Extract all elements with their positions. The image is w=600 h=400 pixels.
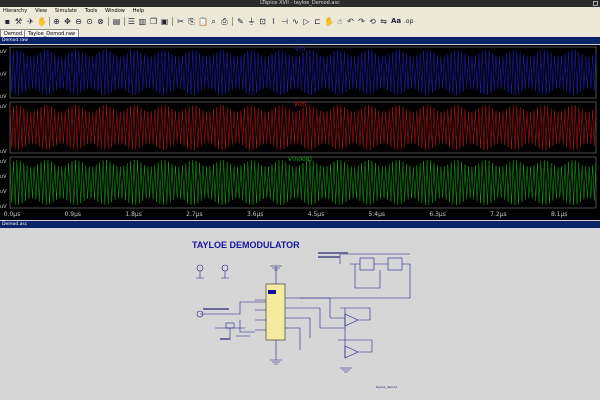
- ground-icon[interactable]: ⏚: [247, 17, 256, 26]
- halt-icon[interactable]: ✋: [37, 17, 47, 26]
- menu-window[interactable]: Window: [102, 7, 128, 15]
- print-icon[interactable]: ⎙: [220, 17, 229, 26]
- find-icon[interactable]: ⌕: [209, 17, 218, 26]
- toolbar-separator: [49, 17, 50, 26]
- menu-help[interactable]: Help: [130, 7, 147, 15]
- x-tick-label: 1.8µs: [125, 211, 142, 218]
- schematic-drawing: [196, 252, 411, 373]
- zoom-in-icon[interactable]: ⊕: [52, 17, 61, 26]
- spice-directive-icon[interactable]: .op: [404, 17, 413, 26]
- copy-icon[interactable]: ⎘: [187, 17, 196, 26]
- x-tick-label: 3.6µs: [247, 211, 264, 218]
- y-tick-label: uV: [0, 72, 7, 78]
- footer-note: tayloe_demod: [376, 385, 398, 389]
- x-tick-label: 0.0µs: [4, 211, 21, 218]
- plot-pane-title: Demod.raw: [0, 37, 600, 44]
- y-tick-label: uV: [0, 189, 7, 195]
- run-icon[interactable]: ✈: [26, 17, 35, 26]
- menu-simulate[interactable]: Simulate: [52, 7, 80, 15]
- x-tick-label: 7.2µs: [490, 211, 507, 218]
- x-tick-label: 8.1µs: [551, 211, 568, 218]
- schematic-editor[interactable]: TAYLOE DEMODULATOR tayloe_demod: [0, 228, 600, 400]
- close-window-icon[interactable]: [593, 1, 598, 6]
- y-tick-label: uV: [0, 104, 7, 110]
- tab-bar: Demod.raw Tayloe_Demod.raw: [0, 28, 600, 37]
- toolbar-separator: [108, 17, 109, 26]
- toolbar: ▪ ⚒ ✈ ✋ ⊕ ✥ ⊖ ⊙ ⊗ ▤ ☰ ▥ ❐ ▣ ✂ ⎘ 📋 ⌕ ⎙ ✎ …: [0, 15, 600, 29]
- move-icon[interactable]: ✋: [324, 17, 334, 26]
- waveform-svg: V(i)uVuVuVV(q)uVuVV(n008)uVuVuVuV0.0µs 0.…: [0, 46, 597, 218]
- waveform-trace-0: [9, 49, 597, 96]
- y-tick-label: uV: [0, 94, 7, 100]
- schematic-pane-title: Demod.asc: [0, 221, 600, 228]
- x-tick-label: 5.4µs: [369, 211, 386, 218]
- y-tick-label: uV: [0, 49, 7, 55]
- window-title: LTspice XVII - tayloe_Demod.asc: [260, 0, 340, 6]
- menu-tools[interactable]: Tools: [82, 7, 100, 15]
- label-net-icon[interactable]: ⊡: [258, 17, 267, 26]
- cascade-icon[interactable]: ❐: [149, 17, 158, 26]
- graph-icon[interactable]: ▤: [112, 17, 121, 26]
- waveform-trace-1: [9, 104, 597, 151]
- x-tick-label: 4.5µs: [308, 211, 325, 218]
- cancel-zoom-icon[interactable]: ⊗: [96, 17, 105, 26]
- tab-tayloe-demod-raw[interactable]: Tayloe_Demod.raw: [24, 29, 80, 37]
- y-tick-label: uV: [0, 159, 7, 165]
- close-all-icon[interactable]: ▣: [160, 17, 169, 26]
- tile-vertical-icon[interactable]: ▥: [138, 17, 147, 26]
- inductor-icon[interactable]: ∿: [291, 17, 300, 26]
- paste-icon[interactable]: 📋: [198, 17, 208, 26]
- y-tick-label: uV: [0, 149, 7, 155]
- control-panel-icon[interactable]: ⚒: [14, 17, 23, 26]
- component-icon[interactable]: ⊏: [313, 17, 322, 26]
- cut-icon[interactable]: ✂: [176, 17, 185, 26]
- waveform-label-2: V(n008): [288, 156, 312, 163]
- drag-icon[interactable]: ☝: [335, 17, 344, 26]
- tile-horizontal-icon[interactable]: ☰: [127, 17, 136, 26]
- redo-icon[interactable]: ↷: [357, 17, 366, 26]
- waveform-viewer[interactable]: V(i) uV uV uV V(q) uV uV V(n008) uV uV uV uV 0.0µs 0.…: [0, 45, 600, 220]
- chip-label-mark: [268, 290, 276, 294]
- wire-icon[interactable]: ✎: [236, 17, 245, 26]
- waveform-label-1: V(q): [294, 101, 307, 108]
- menu-bar: Hierarchy View Simulate Tools Window Hel…: [0, 7, 600, 15]
- toolbar-separator: [232, 17, 233, 26]
- y-tick-label: uV: [0, 174, 7, 180]
- waveform-trace-2: [9, 159, 597, 206]
- title-bar: LTspice XVII - tayloe_Demod.asc: [0, 0, 600, 7]
- resistor-icon[interactable]: ⌇: [269, 17, 278, 26]
- menu-hierarchy[interactable]: Hierarchy: [0, 7, 30, 15]
- pan-icon[interactable]: ✥: [63, 17, 72, 26]
- waveform-label-0: V(i): [295, 46, 305, 53]
- zoom-out-icon[interactable]: ⊖: [74, 17, 83, 26]
- x-tick-label: 0.9µs: [65, 211, 82, 218]
- y-tick-label: uV: [0, 204, 7, 210]
- mirror-icon[interactable]: ⇋: [379, 17, 388, 26]
- toolbar-separator: [172, 17, 173, 26]
- save-icon[interactable]: ▪: [3, 17, 12, 26]
- menu-view[interactable]: View: [32, 7, 50, 15]
- zoom-fit-icon[interactable]: ⊙: [85, 17, 94, 26]
- capacitor-icon[interactable]: ⊣: [280, 17, 289, 26]
- undo-icon[interactable]: ↶: [346, 17, 355, 26]
- rotate-icon[interactable]: ⟲: [368, 17, 377, 26]
- toolbar-separator: [124, 17, 125, 26]
- x-tick-label: 6.3µs: [429, 211, 446, 218]
- diode-icon[interactable]: ▷: [302, 17, 311, 26]
- x-tick-label: 2.7µs: [186, 211, 203, 218]
- text-icon[interactable]: Aa: [391, 17, 401, 26]
